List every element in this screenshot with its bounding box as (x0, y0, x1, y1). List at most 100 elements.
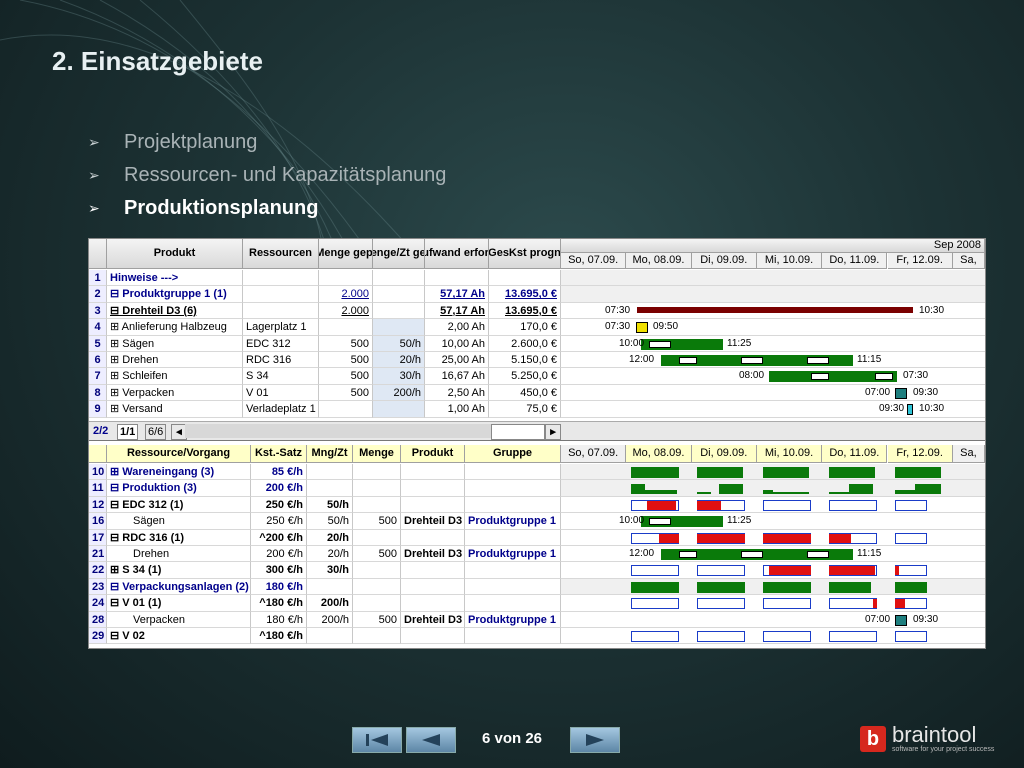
load-block (895, 490, 915, 495)
resource-name-cell[interactable]: ⊟ Verpackungsanlagen (2) (107, 578, 251, 596)
bullet-label-active: Produktionsplanung (124, 197, 319, 219)
quantity-cell[interactable] (319, 401, 373, 418)
rate-cell[interactable]: 30/h (373, 368, 425, 385)
resource-name-cell[interactable]: ⊟ EDC 312 (1) (107, 496, 251, 514)
resource-cell[interactable]: S 34 (243, 368, 319, 385)
product-cell[interactable]: ⊟ Produktgruppe 1 (1) (107, 286, 243, 303)
effort-cell: 57,17 Ah (425, 302, 489, 320)
rate-cell[interactable]: 20/h (373, 352, 425, 369)
resource-name-cell[interactable]: ⊟ RDC 316 (1) (107, 529, 251, 546)
product-cell[interactable]: ⊞ Drehen (107, 352, 243, 369)
next-slide-button[interactable] (570, 727, 620, 753)
capacity-box (829, 631, 877, 642)
resource-cell[interactable] (243, 286, 319, 303)
time-label: 09:30 (913, 386, 939, 398)
col-header-aufwand[interactable]: Aufwand erford. (425, 239, 489, 269)
quantity-cell[interactable] (319, 319, 373, 336)
load-fill (697, 533, 745, 543)
tab-2-2[interactable]: 2/2 (91, 424, 110, 438)
rate-cell: 20/h (307, 546, 353, 563)
resource-cell[interactable]: RDC 316 (243, 352, 319, 369)
date-header: Di, 09.09. (691, 445, 757, 463)
resource-cell[interactable] (243, 270, 319, 287)
quantity-cell[interactable]: 500 (319, 368, 373, 385)
resource-name-cell[interactable]: Drehen (107, 546, 251, 563)
product-cell[interactable]: ⊞ Sägen (107, 335, 243, 352)
product-cell[interactable]: ⊞ Schleifen (107, 368, 243, 385)
col-header-ressourcen[interactable]: Ressourcen (243, 239, 319, 269)
pause-segment (875, 373, 893, 381)
col-header-produkt[interactable]: Produkt (401, 445, 465, 463)
arrow-icon: ➢ (88, 167, 100, 183)
tab-6-6[interactable]: 6/6 (145, 424, 167, 440)
col-header-geskst[interactable]: GesKst progn (489, 239, 561, 269)
quantity-cell (353, 529, 401, 546)
col-header-menge[interactable]: Menge (353, 445, 401, 463)
logo-name: braintool (892, 722, 977, 747)
load-block (763, 581, 811, 593)
resource-name-cell[interactable]: ⊟ Produktion (3) (107, 480, 251, 497)
quantity-cell[interactable]: 500 (319, 335, 373, 352)
rate-cell[interactable] (373, 270, 425, 287)
rate-cell[interactable]: 200/h (373, 384, 425, 402)
product-cell[interactable]: ⊞ Anlieferung Halbzeug (107, 319, 243, 336)
tab-1-1[interactable]: 1/1 (117, 424, 139, 440)
product-cell[interactable]: ⊞ Versand (107, 401, 243, 418)
col-header-mng-zt[interactable]: Mng/Zt (307, 445, 353, 463)
rate-cell[interactable] (373, 319, 425, 336)
rate-cell: 50/h (307, 496, 353, 514)
product-cell[interactable]: ⊞ Verpacken (107, 384, 243, 402)
col-header-gruppe[interactable]: Gruppe (465, 445, 561, 463)
rate-cell: 200/h (307, 595, 353, 612)
resource-cell[interactable]: Lagerplatz 1 (243, 319, 319, 336)
product-cell[interactable]: Hinweise ---> (107, 270, 243, 287)
quantity-cell[interactable]: 2.000 (319, 302, 373, 320)
rate-cell[interactable] (373, 401, 425, 418)
tab-scroll-bar: 2/2 1/1 6/6 ◂ ▸ (89, 421, 985, 441)
col-header-menge-zt[interactable]: Menge/Zt gepl (373, 239, 425, 269)
resource-name-cell[interactable]: ⊞ S 34 (1) (107, 562, 251, 579)
row-number: 11 (89, 480, 107, 497)
resource-cell[interactable]: Verladeplatz 1 (243, 401, 319, 418)
col-header-produkt[interactable]: Produkt (107, 239, 243, 269)
load-fill (769, 566, 811, 576)
rate-cell[interactable] (373, 302, 425, 320)
time-label: 11:25 (727, 515, 752, 527)
quantity-cell[interactable]: 500 (319, 384, 373, 402)
task-bar (895, 614, 907, 626)
resource-cell[interactable]: EDC 312 (243, 335, 319, 352)
row-number: 21 (89, 546, 107, 563)
cost-cell: 5.250,0 € (489, 368, 561, 385)
cost-rate-cell: 250 €/h (251, 513, 307, 530)
col-header-kst-satz[interactable]: Kst.-Satz (251, 445, 307, 463)
rate-cell[interactable]: 50/h (373, 335, 425, 352)
quantity-cell[interactable]: 500 (319, 352, 373, 369)
resource-cell[interactable]: V 01 (243, 384, 319, 402)
row-number-header (89, 445, 107, 463)
previous-slide-button[interactable] (406, 727, 456, 753)
scroll-track[interactable] (185, 424, 491, 438)
resource-cell[interactable] (243, 302, 319, 320)
rate-cell[interactable] (373, 286, 425, 303)
quantity-cell[interactable]: 2.000 (319, 286, 373, 303)
resource-name-cell[interactable]: ⊞ Wareneingang (3) (107, 464, 251, 481)
resource-name-cell[interactable]: Verpacken (107, 611, 251, 628)
quantity-cell[interactable] (319, 270, 373, 287)
product-cell: Drehteil D3 (401, 513, 465, 530)
resource-name-cell[interactable]: ⊟ V 01 (1) (107, 595, 251, 612)
first-slide-button[interactable] (352, 727, 402, 753)
resource-name-cell[interactable]: ⊟ V 02 (107, 628, 251, 645)
row-number: 2 (89, 286, 107, 303)
capacity-box (829, 598, 877, 610)
pause-segment (679, 357, 697, 364)
col-header-ressource-vorgang[interactable]: Ressource/Vorgang (107, 445, 251, 463)
scroll-right-button[interactable]: ▸ (545, 424, 561, 440)
pause-segment (807, 551, 829, 558)
row-number: 10 (89, 464, 107, 481)
resource-name-cell[interactable]: Sägen (107, 513, 251, 530)
col-header-menge[interactable]: Menge gepl (319, 239, 373, 269)
date-header: Mo, 08.09. (626, 253, 692, 269)
product-cell[interactable]: ⊟ Drehteil D3 (6) (107, 302, 243, 320)
scroll-thumb[interactable] (491, 424, 545, 440)
cost-rate-cell: 180 €/h (251, 578, 307, 596)
